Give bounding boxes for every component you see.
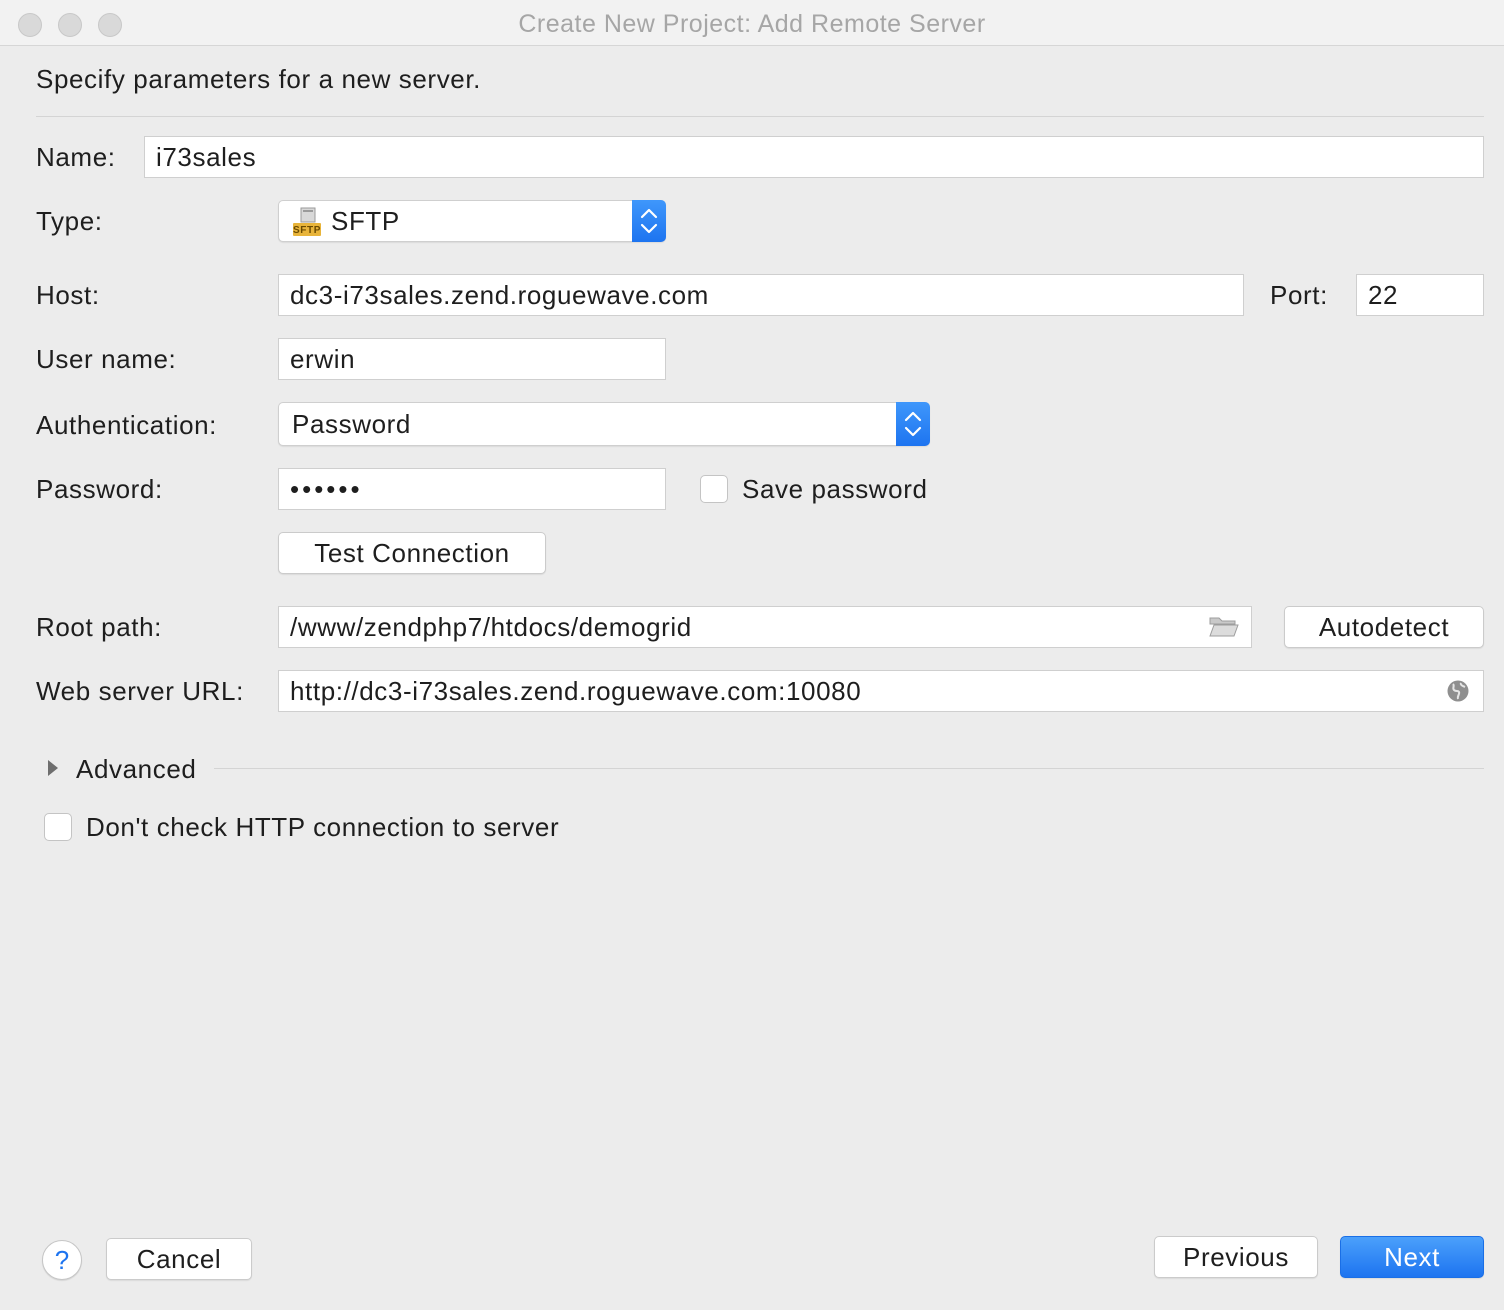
window-title: Create New Project: Add Remote Server	[518, 10, 986, 38]
test-connection-button[interactable]: Test Connection	[278, 532, 546, 574]
username-input[interactable]: erwin	[278, 338, 666, 380]
authentication-select-value: Password	[292, 409, 411, 439]
cancel-button[interactable]: Cancel	[106, 1238, 252, 1280]
sftp-icon: SFTP	[291, 206, 323, 238]
dont-check-http-label[interactable]: Don't check HTTP connection to server	[86, 812, 559, 843]
host-label: Host:	[36, 280, 100, 310]
root-path-input[interactable]: /www/zendphp7/htdocs/demogrid	[278, 606, 1252, 648]
autodetect-button[interactable]: Autodetect	[1284, 606, 1484, 648]
disclosure-triangle-icon[interactable]	[46, 759, 60, 777]
chevron-updown-icon	[896, 402, 930, 446]
port-label: Port:	[1270, 280, 1328, 310]
previous-button[interactable]: Previous	[1154, 1236, 1318, 1278]
type-label: Type:	[36, 206, 103, 236]
password-label: Password:	[36, 474, 163, 504]
chevron-updown-icon	[632, 200, 666, 242]
globe-icon[interactable]	[1446, 679, 1470, 703]
password-input[interactable]: ••••••	[278, 468, 666, 510]
advanced-divider	[214, 768, 1484, 769]
folder-icon[interactable]	[1208, 614, 1240, 640]
type-select-value: SFTP	[331, 206, 400, 236]
authentication-label: Authentication:	[36, 410, 218, 440]
save-password-checkbox[interactable]	[700, 475, 728, 503]
title-bar: Create New Project: Add Remote Server	[0, 0, 1504, 46]
web-server-url-value: http://dc3-i73sales.zend.roguewave.com:1…	[290, 676, 862, 706]
name-label: Name:	[36, 142, 116, 172]
host-input[interactable]: dc3-i73sales.zend.roguewave.com	[278, 274, 1244, 316]
username-label: User name:	[36, 344, 177, 374]
help-icon[interactable]: ?	[42, 1240, 82, 1280]
next-button[interactable]: Next	[1340, 1236, 1484, 1278]
header-divider	[36, 116, 1484, 117]
authentication-select[interactable]: Password	[278, 402, 930, 446]
name-input[interactable]: i73sales	[144, 136, 1484, 178]
web-server-url-input[interactable]: http://dc3-i73sales.zend.roguewave.com:1…	[278, 670, 1484, 712]
dont-check-http-checkbox[interactable]	[44, 813, 72, 841]
save-password-label[interactable]: Save password	[742, 474, 928, 505]
svg-text:SFTP: SFTP	[293, 225, 321, 236]
root-path-label: Root path:	[36, 612, 162, 642]
advanced-section-label[interactable]: Advanced	[76, 754, 196, 785]
web-server-url-label: Web server URL:	[36, 676, 244, 706]
port-input[interactable]: 22	[1356, 274, 1484, 316]
root-path-value: /www/zendphp7/htdocs/demogrid	[290, 612, 692, 642]
page-description: Specify parameters for a new server.	[36, 64, 482, 94]
type-select[interactable]: SFTP SFTP	[278, 200, 666, 242]
